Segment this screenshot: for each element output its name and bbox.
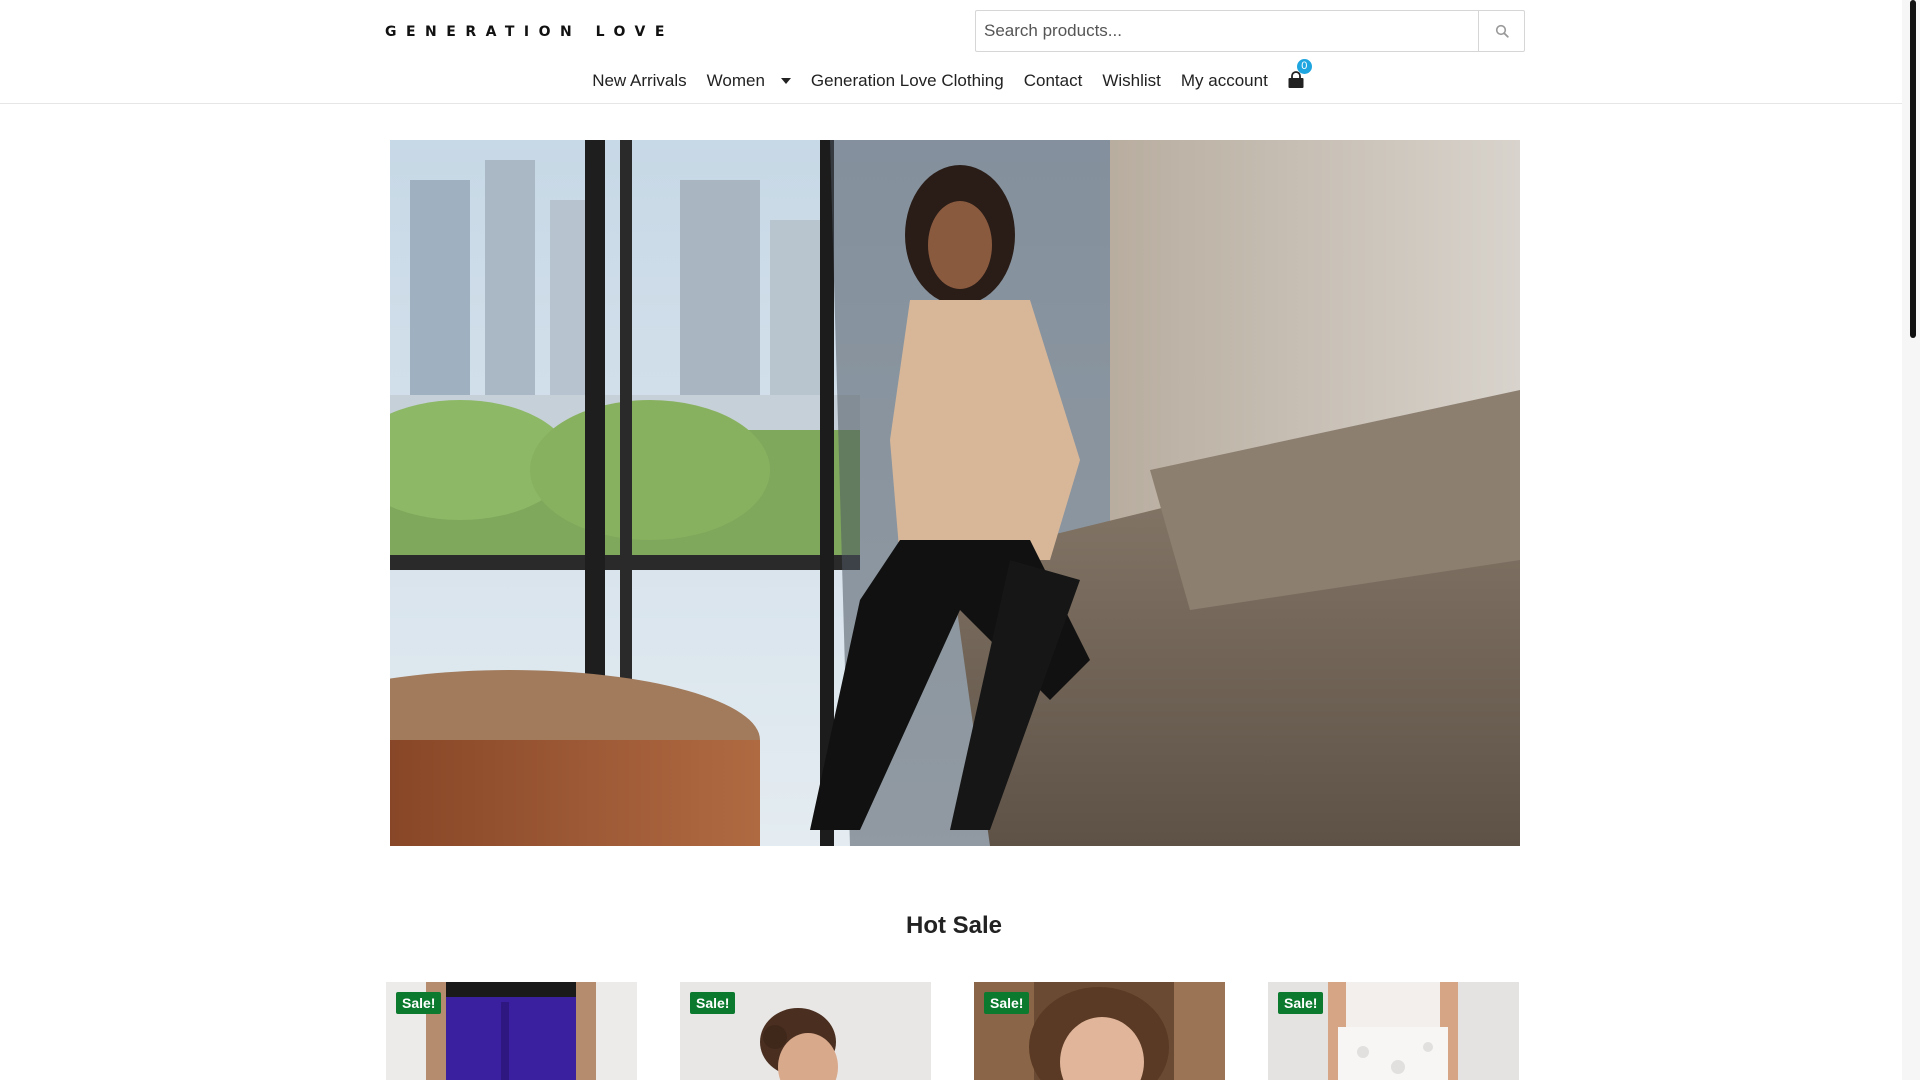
chevron-down-icon[interactable] bbox=[780, 78, 791, 84]
product-card-1[interactable]: Sale! bbox=[386, 982, 637, 1080]
page-scrollbar[interactable] bbox=[1902, 0, 1920, 1080]
product-card-3[interactable]: Sale! bbox=[974, 982, 1225, 1080]
scrollbar-thumb[interactable] bbox=[1910, 0, 1916, 338]
nav-item-my-account[interactable]: My account bbox=[1181, 71, 1268, 91]
search-button[interactable] bbox=[1478, 11, 1524, 51]
product-card-2[interactable]: Sale! bbox=[680, 982, 931, 1080]
nav-item-generation-love-clothing[interactable]: Generation Love Clothing bbox=[811, 71, 1004, 91]
hero-banner-image[interactable] bbox=[390, 140, 1520, 846]
sale-badge: Sale! bbox=[1278, 992, 1324, 1014]
nav-item-new-arrivals[interactable]: New Arrivals bbox=[592, 71, 686, 91]
cart-button[interactable]: 0 bbox=[1286, 59, 1312, 92]
main-navigation: New Arrivals Women Generation Love Cloth… bbox=[0, 59, 1902, 92]
hot-sale-heading: Hot Sale bbox=[905, 912, 1003, 939]
sale-badge: Sale! bbox=[396, 992, 442, 1014]
search-input[interactable] bbox=[976, 11, 1478, 51]
search-bar bbox=[975, 10, 1525, 52]
nav-item-women-label: Women bbox=[706, 71, 765, 90]
cart-count-badge: 0 bbox=[1296, 59, 1312, 74]
search-icon bbox=[1495, 24, 1509, 38]
site-header: GENERATION LOVE New Arrivals Women Gener… bbox=[0, 0, 1902, 104]
sale-badge: Sale! bbox=[984, 992, 1030, 1014]
product-card-4[interactable]: Sale! bbox=[1268, 982, 1519, 1080]
nav-item-wishlist[interactable]: Wishlist bbox=[1102, 71, 1161, 91]
nav-item-women[interactable]: Women bbox=[707, 71, 791, 91]
nav-item-contact[interactable]: Contact bbox=[1024, 71, 1083, 91]
sale-badge: Sale! bbox=[690, 992, 736, 1014]
site-logo[interactable]: GENERATION LOVE bbox=[385, 24, 674, 40]
